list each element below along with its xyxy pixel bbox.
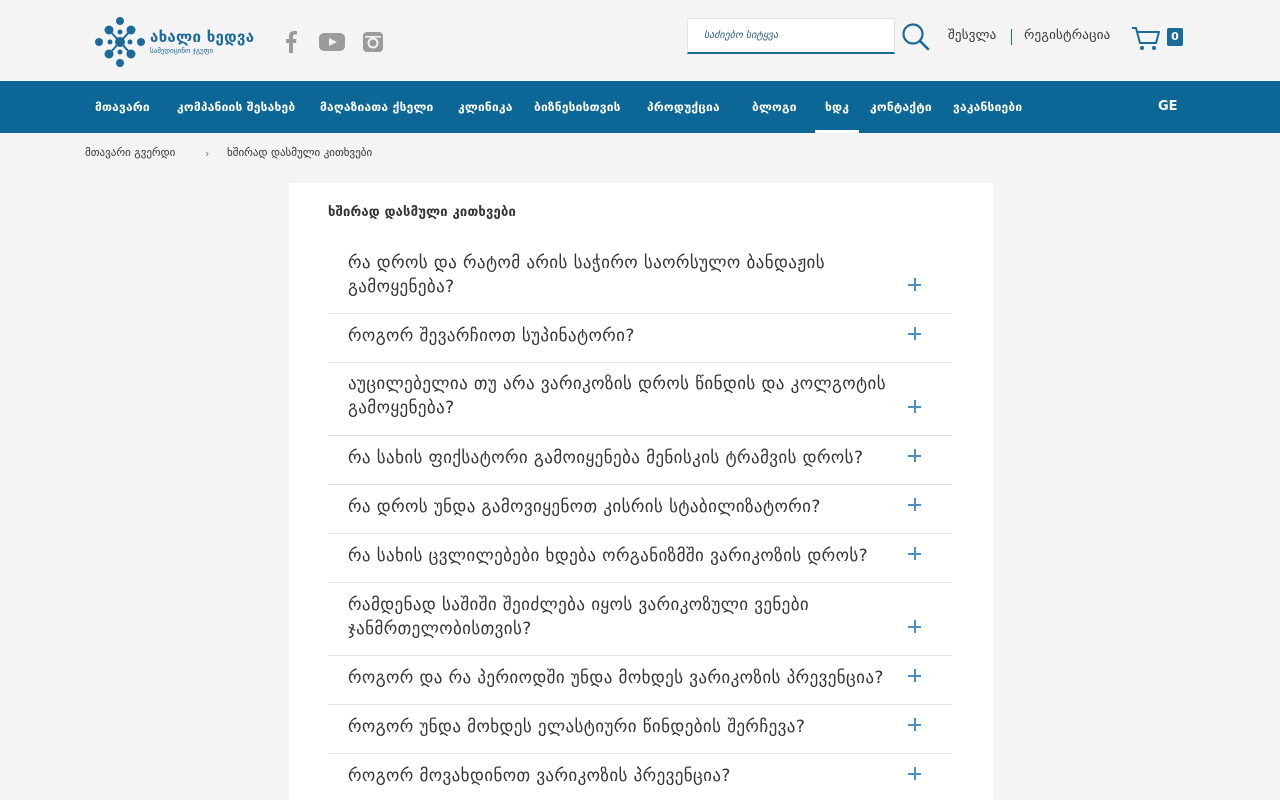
faq-question: რა დროს უნდა გამოვიყენოთ კისრის სტაბილიზ…	[348, 497, 821, 517]
cart-icon[interactable]	[1131, 26, 1161, 52]
nav-item-products[interactable]: პროდუქცია	[647, 81, 720, 133]
plus-icon[interactable]	[908, 718, 922, 732]
main-nav: მთავარი კომპანიის შესახებ მაღაზიათა ქსელ…	[0, 81, 1280, 133]
faq-item[interactable]: აუცილებელია თუ არა ვარიკოზის დროს წინდის…	[328, 363, 952, 436]
nav-item-vacancies[interactable]: ვაკანსიები	[953, 81, 1022, 133]
cart-count-badge: 0	[1167, 28, 1183, 46]
plus-icon[interactable]	[908, 767, 922, 781]
language-switch[interactable]: GE	[1158, 81, 1178, 133]
search-input[interactable]	[687, 18, 895, 54]
faq-question: როგორ მოვახდინოთ ვარიკოზის პრევენცია?	[348, 766, 731, 786]
nav-item-business[interactable]: ბიზნესისთვის	[534, 81, 621, 133]
nav-item-clinic[interactable]: კლინიკა	[458, 81, 513, 133]
page-title: ხშირად დასმული კითხვები	[328, 205, 516, 220]
logo-subtitle: სამედიცინო ჯგუფი	[150, 46, 214, 55]
header-divider	[1011, 29, 1012, 45]
faq-item[interactable]: რა დროს და რატომ არის საჭირო საორსულო ბა…	[328, 240, 952, 314]
faq-item[interactable]: როგორ უნდა მოხდეს ელასტიური წინდების შერ…	[328, 705, 952, 754]
breadcrumb-home[interactable]: მთავარი გვერდი	[85, 146, 175, 159]
plus-icon[interactable]	[908, 620, 922, 634]
faq-question: რა სახის ფიქსატორი გამოიყენება მენისკის …	[348, 448, 864, 468]
faq-item[interactable]: რა სახის ცვლილებები ხდება ორგანიზმში ვარ…	[328, 534, 952, 583]
plus-icon[interactable]	[908, 400, 922, 414]
facebook-icon[interactable]	[281, 30, 301, 54]
top-header: ახალი ხედვა სამედიცინო ჯგუფი შესვლა რეგი…	[0, 0, 1280, 81]
faq-question: აუცილებელია თუ არა ვარიკოზის დროს წინდის…	[348, 374, 886, 418]
logo-title: ახალი ხედვა	[150, 27, 255, 46]
faq-question: როგორ შევარჩიოთ სუპინატორი?	[348, 326, 635, 346]
logo-mark-icon	[95, 17, 145, 67]
nav-item-home[interactable]: მთავარი	[95, 81, 150, 133]
youtube-icon[interactable]	[318, 30, 346, 54]
login-link[interactable]: შესვლა	[948, 28, 996, 43]
plus-icon[interactable]	[908, 547, 922, 561]
plus-icon[interactable]	[908, 278, 922, 292]
logo[interactable]: ახალი ხედვა სამედიცინო ჯგუფი	[94, 16, 259, 68]
instagram-icon[interactable]	[362, 30, 384, 54]
plus-icon[interactable]	[908, 449, 922, 463]
faq-question: როგორ უნდა მოხდეს ელასტიური წინდების შერ…	[348, 717, 806, 737]
faq-question: როგორ და რა პერიოდში უნდა მოხდეს ვარიკოზ…	[348, 668, 884, 688]
faq-question: რამდენად საშიში შეიძლება იყოს ვარიკოზული…	[348, 595, 810, 639]
faq-question: რა დროს და რატომ არის საჭირო საორსულო ბა…	[348, 253, 825, 297]
breadcrumb-current: ხშირად დასმული კითხვები	[227, 146, 373, 159]
plus-icon[interactable]	[908, 327, 922, 341]
faq-item[interactable]: რა დროს უნდა გამოვიყენოთ კისრის სტაბილიზ…	[328, 485, 952, 534]
nav-item-blog[interactable]: ბლოგი	[752, 81, 797, 133]
faq-item[interactable]: როგორ მოვახდინოთ ვარიკოზის პრევენცია?	[328, 754, 952, 800]
faq-question: რა სახის ცვლილებები ხდება ორგანიზმში ვარ…	[348, 546, 869, 566]
faq-item[interactable]: როგორ და რა პერიოდში უნდა მოხდეს ვარიკოზ…	[328, 656, 952, 705]
register-link[interactable]: რეგისტრაცია	[1024, 28, 1110, 43]
plus-icon[interactable]	[908, 498, 922, 512]
search-icon[interactable]	[901, 22, 931, 52]
plus-icon[interactable]	[908, 669, 922, 683]
nav-item-about[interactable]: კომპანიის შესახებ	[177, 81, 295, 133]
nav-item-faq[interactable]: ხდკ	[814, 81, 860, 133]
faq-item[interactable]: როგორ შევარჩიოთ სუპინატორი?	[328, 314, 952, 363]
faq-item[interactable]: რამდენად საშიში შეიძლება იყოს ვარიკოზული…	[328, 583, 952, 656]
faq-item[interactable]: რა სახის ფიქსატორი გამოიყენება მენისკის …	[328, 436, 952, 485]
chevron-right-icon: ›	[205, 147, 210, 160]
nav-item-stores[interactable]: მაღაზიათა ქსელი	[320, 81, 434, 133]
nav-item-contact[interactable]: კონტაქტი	[870, 81, 932, 133]
